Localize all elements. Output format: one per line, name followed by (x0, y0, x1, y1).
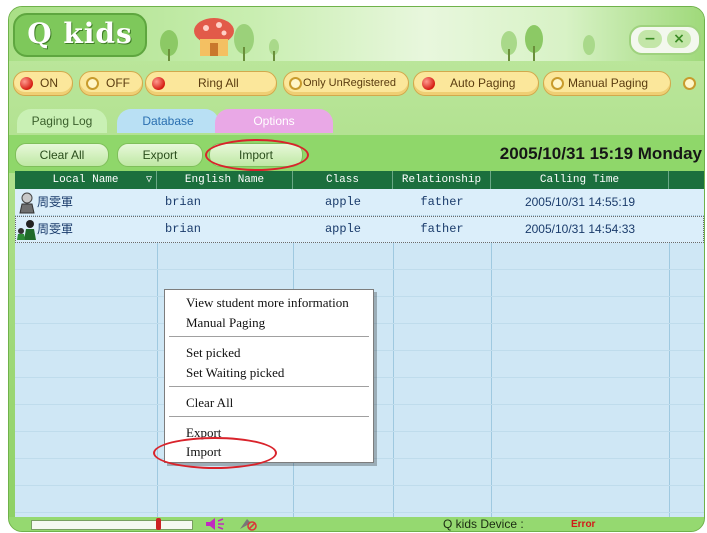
menu-item-label: Import (186, 444, 222, 459)
menu-item-clear-all[interactable]: Clear All (186, 393, 233, 413)
off-label: OFF (106, 76, 130, 90)
red-indicator-icon (20, 77, 33, 90)
menu-separator (169, 336, 369, 337)
cell-english-name: brian (165, 222, 202, 236)
volume-slider-knob[interactable] (156, 518, 161, 530)
cell-local-name: 周雯軍 (37, 222, 74, 236)
table-row[interactable]: 周雯軍 brian apple father 2005/10/31 14:54:… (15, 216, 704, 243)
menu-separator (169, 386, 369, 387)
tab-database[interactable]: Database (117, 109, 219, 133)
menu-item-label: View student more information (186, 295, 349, 310)
menu-item-export[interactable]: Export (186, 423, 221, 443)
house-icon (194, 18, 234, 56)
red-indicator-icon (152, 77, 165, 90)
yellow-indicator-icon (551, 77, 564, 90)
cell-relationship: father (420, 195, 464, 209)
tab-options[interactable]: Options (215, 109, 333, 133)
export-button[interactable]: Export (117, 143, 203, 167)
parent-child-avatar-icon (17, 220, 36, 240)
column-header-relationship[interactable]: Relationship (393, 171, 491, 189)
empty-row (15, 459, 704, 486)
on-button[interactable]: ON (13, 71, 73, 96)
cell-english-name: brian (165, 195, 202, 209)
app-window: Q kids − × ON OFF Ring All Only UnRegist… (0, 0, 707, 533)
yellow-indicator-icon (683, 77, 696, 90)
context-menu: View student more information Manual Pag… (164, 289, 374, 463)
column-header-label: Local Name (52, 174, 119, 186)
tab-bar: Paging Log Database Options (9, 107, 704, 135)
column-header-extra (669, 171, 704, 189)
cell-local-name: 周雯軍 (37, 195, 74, 209)
student-avatar-icon (19, 192, 35, 214)
column-header-local-name[interactable]: Local Name ▽ (15, 171, 157, 189)
yellow-indicator-icon (289, 77, 302, 90)
only-unregistered-label: Only UnRegistered (303, 77, 396, 89)
column-header-class[interactable]: Class (293, 171, 393, 189)
speaker-icon[interactable] (205, 517, 227, 531)
on-label: ON (40, 76, 58, 90)
cell-class: apple (324, 222, 361, 236)
menu-separator (169, 416, 369, 417)
yellow-indicator-icon (86, 77, 99, 90)
clear-all-button[interactable]: Clear All (15, 143, 109, 167)
empty-row (15, 486, 704, 513)
menu-item-manual-paging[interactable]: Manual Paging (186, 313, 265, 333)
status-bar: Q kids Device : Error (9, 517, 704, 531)
off-button[interactable]: OFF (79, 71, 143, 96)
window-controls: − × (629, 25, 701, 55)
menu-item-label: Set Waiting picked (186, 365, 285, 380)
column-header-english-name[interactable]: English Name (157, 171, 293, 189)
menu-item-label: Export (186, 425, 222, 440)
table-header: Local Name ▽ English Name Class Relation… (15, 171, 704, 189)
action-bar: Clear All Export Import 2005/10/31 15:19… (9, 135, 704, 173)
menu-item-label: Manual Paging (186, 315, 266, 330)
tab-paging-log[interactable]: Paging Log (17, 109, 107, 133)
auto-paging-button[interactable]: Auto Paging (413, 71, 539, 96)
close-button[interactable]: × (667, 30, 691, 48)
cell-relationship: father (420, 222, 464, 236)
device-disconnected-icon[interactable] (237, 517, 259, 531)
datetime-display: 2005/10/31 15:19 Monday (499, 144, 702, 163)
volume-slider[interactable] (31, 518, 193, 530)
only-unregistered-button[interactable]: Only UnRegistered (283, 71, 409, 96)
menu-item-label: Clear All (186, 395, 234, 410)
manual-paging-label: Manual Paging (568, 76, 649, 90)
auto-paging-label: Auto Paging (450, 76, 516, 90)
menu-item-set-picked[interactable]: Set picked (186, 343, 241, 363)
toolbar: ON OFF Ring All Only UnRegistered Auto P… (9, 65, 704, 103)
ring-all-button[interactable]: Ring All (145, 71, 277, 96)
import-button[interactable]: Import (209, 143, 303, 167)
cell-class: apple (324, 195, 361, 209)
menu-item-import[interactable]: Import (186, 442, 221, 462)
column-header-calling-time[interactable]: Calling Time (491, 171, 669, 189)
title-bar: Q kids − × (9, 7, 704, 61)
red-indicator-icon (422, 77, 435, 90)
cell-calling-time: 2005/10/31 14:55:19 (524, 195, 636, 209)
device-label: Q kids Device : (443, 517, 524, 531)
empty-row (15, 243, 704, 270)
sort-indicator-icon: ▽ (145, 175, 152, 186)
table-row[interactable]: 周雯軍 brian apple father 2005/10/31 14:55:… (15, 189, 704, 216)
device-status: Error (571, 519, 596, 530)
app-logo: Q kids (13, 13, 147, 57)
cell-calling-time: 2005/10/31 14:54:33 (524, 222, 636, 236)
menu-item-view-student-info[interactable]: View student more information (186, 293, 349, 313)
manual-paging-button[interactable]: Manual Paging (543, 71, 671, 96)
minimize-button[interactable]: − (638, 30, 662, 48)
menu-item-set-waiting-picked[interactable]: Set Waiting picked (186, 363, 284, 383)
ring-all-label: Ring All (198, 76, 239, 90)
menu-item-label: Set picked (186, 345, 241, 360)
